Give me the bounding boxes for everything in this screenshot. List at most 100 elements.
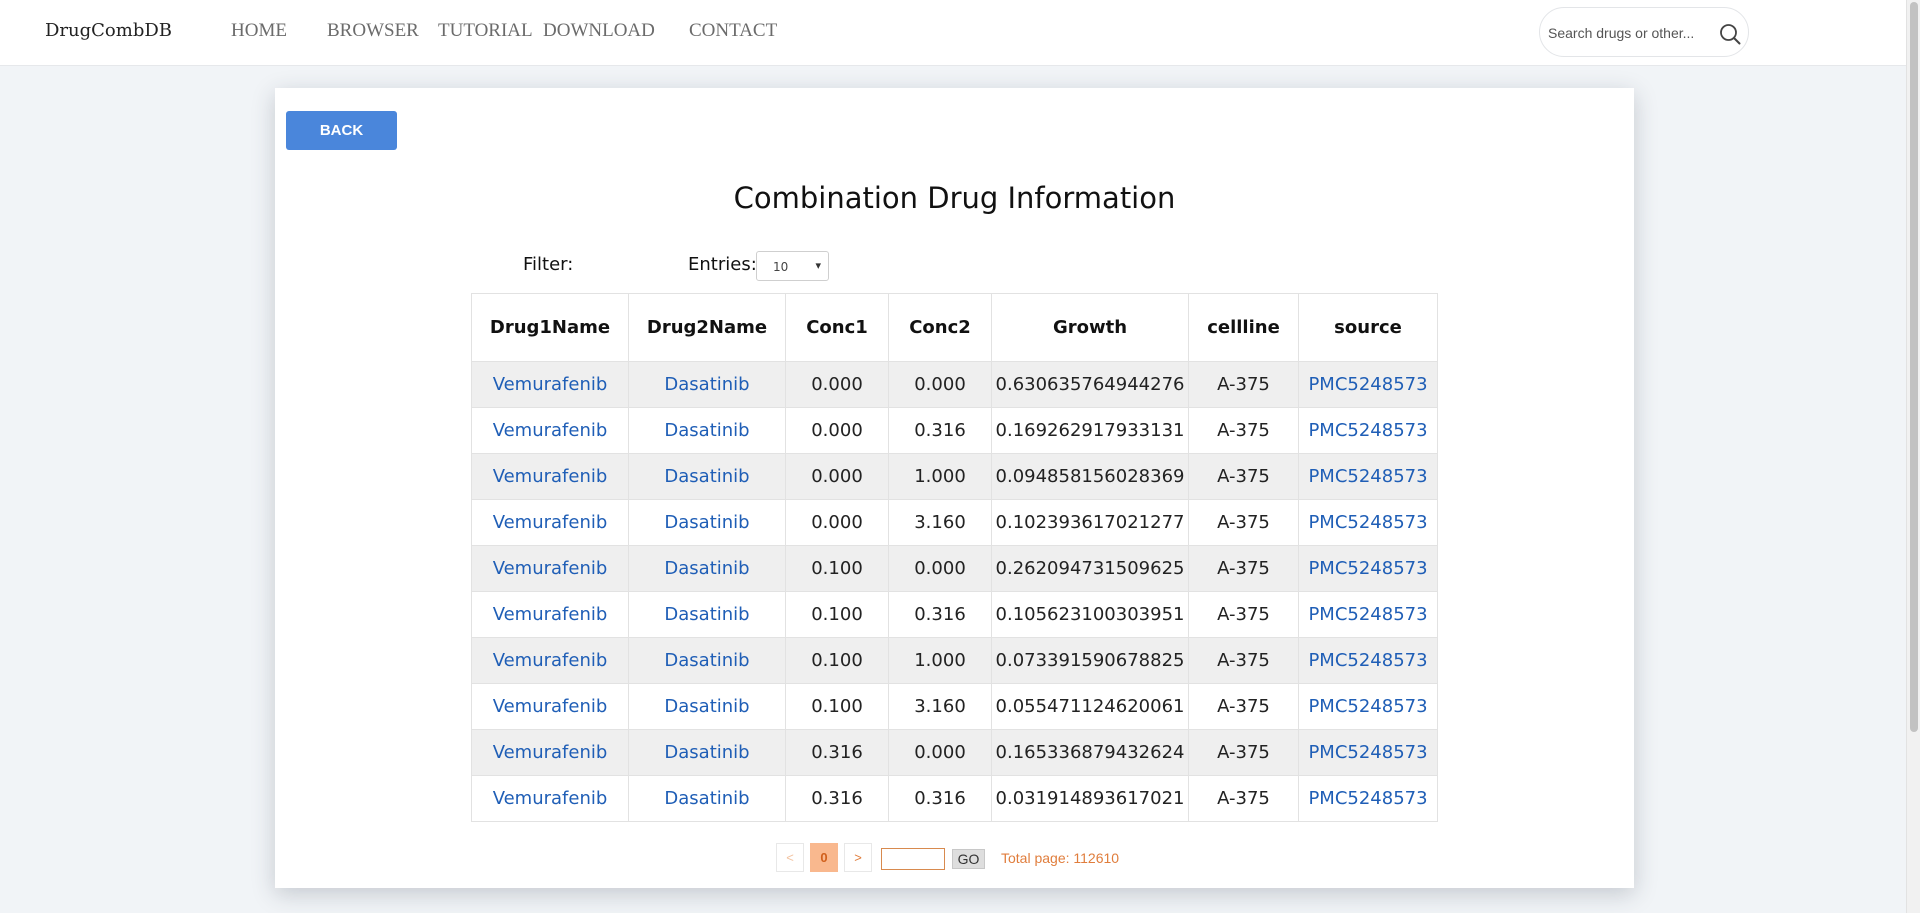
column-header-conc2[interactable]: Conc2 [888, 293, 992, 362]
cell-drug1name: Vemurafenib [471, 545, 629, 592]
column-header-drug1name[interactable]: Drug1Name [471, 293, 629, 362]
cell-conc2: 0.316 [888, 591, 992, 638]
drug2name-link[interactable]: Dasatinib [664, 650, 749, 671]
table-header-row: Drug1Name Drug2Name Conc1 Conc2 Growth c… [471, 293, 1438, 362]
cell-conc1: 0.100 [785, 591, 889, 638]
cell-growth: 0.073391590678825 [991, 637, 1189, 684]
cell-drug1name: Vemurafenib [471, 499, 629, 546]
scrollbar-thumb[interactable] [1910, 2, 1918, 732]
cell-conc1: 0.100 [785, 683, 889, 730]
search-input[interactable] [1548, 22, 1713, 44]
source-link[interactable]: PMC5248573 [1308, 420, 1427, 441]
column-header-growth[interactable]: Growth [991, 293, 1189, 362]
drug2name-link[interactable]: Dasatinib [664, 512, 749, 533]
cell-conc2: 1.000 [888, 453, 992, 500]
cell-cellline: A-375 [1188, 637, 1299, 684]
brand-logo[interactable]: DrugCombDB [45, 20, 172, 41]
drug1name-link[interactable]: Vemurafenib [493, 696, 608, 717]
next-page-button[interactable]: > [844, 843, 872, 872]
cell-drug2name: Dasatinib [628, 729, 786, 776]
content-card: BACK Combination Drug Information Filter… [275, 88, 1634, 888]
entries-label: Entries: [688, 254, 757, 275]
source-link[interactable]: PMC5248573 [1308, 650, 1427, 671]
cell-growth: 0.262094731509625 [991, 545, 1189, 592]
column-header-cellline[interactable]: cellline [1188, 293, 1299, 362]
current-page-button[interactable]: 0 [810, 843, 838, 872]
source-link[interactable]: PMC5248573 [1308, 604, 1427, 625]
source-link[interactable]: PMC5248573 [1308, 512, 1427, 533]
drug1name-link[interactable]: Vemurafenib [493, 650, 608, 671]
column-header-drug2name[interactable]: Drug2Name [628, 293, 786, 362]
cell-conc1: 0.000 [785, 407, 889, 454]
drug1name-link[interactable]: Vemurafenib [493, 604, 608, 625]
drug1name-link[interactable]: Vemurafenib [493, 788, 608, 809]
cell-drug2name: Dasatinib [628, 407, 786, 454]
prev-page-button[interactable]: < [776, 843, 804, 872]
nav-link-contact[interactable]: CONTACT [689, 20, 777, 42]
source-link[interactable]: PMC5248573 [1308, 788, 1427, 809]
drug2name-link[interactable]: Dasatinib [664, 604, 749, 625]
cell-conc2: 0.000 [888, 729, 992, 776]
cell-conc1: 0.000 [785, 499, 889, 546]
search-icon[interactable] [1718, 22, 1742, 46]
column-header-conc1[interactable]: Conc1 [785, 293, 889, 362]
goto-page-input[interactable] [881, 848, 945, 870]
entries-select-value: 10 [773, 260, 789, 274]
top-nav-bar: DrugCombDB HOME BROWSER TUTORIAL DOWNLOA… [0, 0, 1906, 66]
cell-conc2: 0.000 [888, 361, 992, 408]
nav-link-home[interactable]: HOME [231, 20, 287, 42]
drug2name-link[interactable]: Dasatinib [664, 696, 749, 717]
entries-select[interactable]: 10 ▾ [756, 251, 829, 281]
cell-cellline: A-375 [1188, 407, 1299, 454]
source-link[interactable]: PMC5248573 [1308, 742, 1427, 763]
drug2name-link[interactable]: Dasatinib [664, 466, 749, 487]
nav-link-download[interactable]: DOWNLOAD [543, 20, 655, 42]
drug2name-link[interactable]: Dasatinib [664, 558, 749, 579]
vertical-scrollbar[interactable] [1906, 0, 1920, 913]
drug1name-link[interactable]: Vemurafenib [493, 420, 608, 441]
cell-cellline: A-375 [1188, 591, 1299, 638]
cell-drug1name: Vemurafenib [471, 453, 629, 500]
cell-source: PMC5248573 [1298, 775, 1438, 822]
column-header-source[interactable]: source [1298, 293, 1438, 362]
table-row: Vemurafenib Dasatinib 0.000 1.000 0.09485815… [471, 453, 1438, 500]
back-button[interactable]: BACK [286, 111, 397, 150]
cell-conc2: 0.316 [888, 775, 992, 822]
table-row: Vemurafenib Dasatinib 0.000 3.160 0.10239361… [471, 499, 1438, 546]
cell-source: PMC5248573 [1298, 637, 1438, 684]
cell-conc1: 0.100 [785, 637, 889, 684]
drug1name-link[interactable]: Vemurafenib [493, 374, 608, 395]
nav-link-tutorial[interactable]: TUTORIAL [438, 20, 533, 42]
cell-drug1name: Vemurafenib [471, 729, 629, 776]
cell-source: PMC5248573 [1298, 361, 1438, 408]
cell-source: PMC5248573 [1298, 591, 1438, 638]
cell-growth: 0.031914893617021 [991, 775, 1189, 822]
cell-cellline: A-375 [1188, 775, 1299, 822]
total-page-text: Total page: 112610 [1001, 850, 1120, 866]
cell-growth: 0.165336879432624 [991, 729, 1189, 776]
cell-conc2: 3.160 [888, 499, 992, 546]
source-link[interactable]: PMC5248573 [1308, 696, 1427, 717]
caret-down-icon: ▾ [815, 259, 821, 272]
source-link[interactable]: PMC5248573 [1308, 466, 1427, 487]
drug2name-link[interactable]: Dasatinib [664, 420, 749, 441]
drug2name-link[interactable]: Dasatinib [664, 788, 749, 809]
drug1name-link[interactable]: Vemurafenib [493, 742, 608, 763]
source-link[interactable]: PMC5248573 [1308, 374, 1427, 395]
source-link[interactable]: PMC5248573 [1308, 558, 1427, 579]
drug1name-link[interactable]: Vemurafenib [493, 512, 608, 533]
drug1name-link[interactable]: Vemurafenib [493, 466, 608, 487]
nav-link-browser[interactable]: BROWSER [327, 20, 419, 42]
cell-source: PMC5248573 [1298, 545, 1438, 592]
drug2name-link[interactable]: Dasatinib [664, 742, 749, 763]
cell-drug2name: Dasatinib [628, 453, 786, 500]
drug2name-link[interactable]: Dasatinib [664, 374, 749, 395]
drug1name-link[interactable]: Vemurafenib [493, 558, 608, 579]
cell-drug2name: Dasatinib [628, 637, 786, 684]
cell-source: PMC5248573 [1298, 729, 1438, 776]
cell-cellline: A-375 [1188, 683, 1299, 730]
cell-drug2name: Dasatinib [628, 683, 786, 730]
cell-conc1: 0.316 [785, 775, 889, 822]
cell-conc1: 0.100 [785, 545, 889, 592]
go-button[interactable]: GO [952, 849, 985, 869]
